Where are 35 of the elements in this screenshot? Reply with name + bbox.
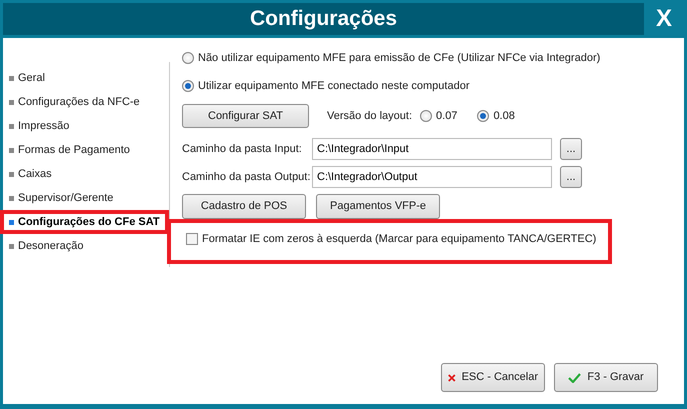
action-button[interactable]: Pagamentos VFP-e xyxy=(316,194,440,219)
radio-label[interactable]: 0.07 xyxy=(436,108,458,124)
sidebar-item-label: Configurações da NFC-e xyxy=(18,94,140,110)
layout-version-label: Versão do layout: xyxy=(327,108,412,124)
window-title: Configurações xyxy=(248,6,398,32)
sidebar-item-label: Impressão xyxy=(18,118,70,134)
footer-button[interactable]: F3 - Gravar xyxy=(554,363,658,392)
radio-label[interactable]: Não utilizar equipamento MFE para emissão de CFe (Utilizar NFCe via Integrador) xyxy=(198,50,600,66)
sidebar-item[interactable]: Supervisor/Gerente xyxy=(0,186,169,210)
sidebar-item-label: Caixas xyxy=(18,166,52,182)
sidebar-item[interactable]: Impressão xyxy=(0,114,169,138)
radio-label[interactable]: 0.08 xyxy=(493,108,515,124)
sidebar-item-label: Formas de Pagamento xyxy=(18,142,130,158)
path-field[interactable]: C:\Integrador\Output xyxy=(312,166,552,188)
checkbox-label[interactable]: Formatar IE com zeros à esquerda (Marcar para equipamento TANCA/GERTEC) xyxy=(202,231,596,248)
path-label: Caminho da pasta Output: xyxy=(182,170,312,185)
close-button[interactable]: X xyxy=(644,3,684,35)
sidebar-item-label: Geral xyxy=(18,70,45,86)
sidebar-item[interactable]: Caixas xyxy=(0,162,169,186)
browse-button[interactable]: ... xyxy=(560,138,582,160)
sidebar-item[interactable]: Desoneração xyxy=(0,234,169,258)
sidebar-item-label: Supervisor/Gerente xyxy=(18,190,114,206)
sidebar-item-label: Configurações do CFe SAT xyxy=(18,214,160,230)
sidebar-item[interactable]: Configurações da NFC-e xyxy=(0,90,169,114)
sidebar-item[interactable]: Formas de Pagamento xyxy=(0,138,169,162)
footer-button[interactable]: ESC - Cancelar xyxy=(441,363,545,392)
radio-label[interactable]: Utilizar equipamento MFE conectado neste computador xyxy=(198,78,470,94)
browse-button[interactable]: ... xyxy=(560,166,582,188)
sidebar-item[interactable]: Geral xyxy=(0,66,169,90)
configure-sat-button[interactable]: Configurar SAT xyxy=(182,104,309,128)
sidebar-item[interactable]: Configurações do CFe SAT xyxy=(0,210,169,234)
action-button[interactable]: Cadastro de POS xyxy=(182,194,306,219)
path-field[interactable]: C:\Integrador\Input xyxy=(312,138,552,160)
sidebar-item-label: Desoneração xyxy=(18,238,84,254)
path-label: Caminho da pasta Input: xyxy=(182,142,303,157)
